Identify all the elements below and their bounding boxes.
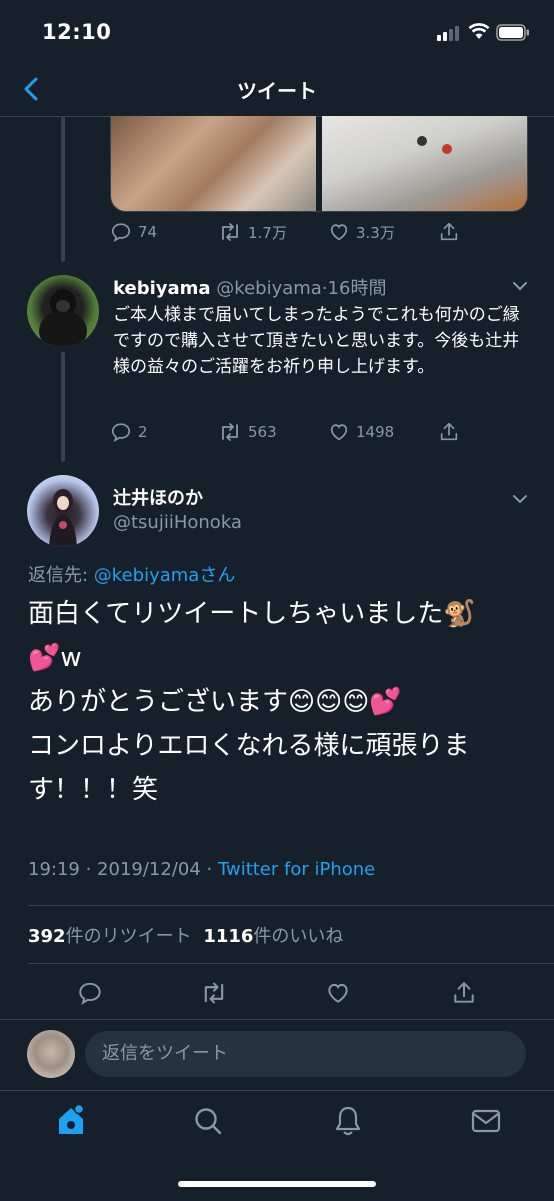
- reply-input[interactable]: 返信をツイート: [85, 1031, 526, 1077]
- my-avatar[interactable]: [27, 1030, 75, 1078]
- retweet-icon: [222, 423, 238, 441]
- likes-stat[interactable]: 1116件のいいね: [203, 926, 343, 947]
- stove-knob: [417, 136, 427, 146]
- retweet-count: 1.7万: [248, 223, 287, 242]
- reply-icon: [111, 423, 131, 443]
- divider: [28, 963, 554, 964]
- chevron-down-icon[interactable]: [510, 489, 530, 509]
- share-icon[interactable]: [451, 980, 477, 1006]
- messages-icon[interactable]: [471, 1108, 501, 1134]
- retweet-action[interactable]: 1.7万: [218, 221, 287, 243]
- heart-icon: [330, 224, 348, 241]
- like-count: 1498: [356, 423, 395, 441]
- reply-author-handle[interactable]: @kebiyama: [216, 278, 322, 299]
- like-action[interactable]: 3.3万: [328, 221, 395, 243]
- status-time: 12:10: [42, 20, 112, 44]
- share-action[interactable]: [438, 421, 466, 443]
- reply-to-line: 返信先: @kebiyamaさん: [28, 561, 235, 587]
- media-image[interactable]: [322, 116, 527, 211]
- main-author-name[interactable]: 辻井ほのか: [113, 484, 203, 510]
- home-indicator: [178, 1181, 376, 1187]
- retweet-total: 392: [28, 926, 66, 947]
- stove-knob: [442, 144, 452, 154]
- reply-count: 2: [138, 423, 148, 441]
- reply-count: 74: [138, 223, 158, 241]
- like-total-label: 件のいいね: [253, 926, 344, 947]
- profile-photo-image: [49, 489, 77, 547]
- retweet-icon: [222, 223, 238, 241]
- main-tweet-line: 面白くてリツイートしちゃいました🐒: [28, 599, 476, 629]
- reply-time: 16時間: [327, 278, 387, 299]
- reply-action[interactable]: 2: [110, 421, 148, 443]
- chevron-down-icon[interactable]: [510, 276, 530, 296]
- tsujii-avatar[interactable]: [27, 475, 99, 547]
- retweet-count: 563: [248, 423, 277, 441]
- media-image[interactable]: [111, 116, 316, 211]
- main-tweet-line: ありがとうございます😊😊😊💕: [28, 687, 402, 717]
- retweets-stat[interactable]: 392件のリツイート: [28, 926, 192, 947]
- kebiyama-avatar[interactable]: [27, 275, 99, 347]
- main-tweet-line: コンロよりエロくなれる様に頑張りま: [28, 731, 470, 761]
- main-tweet-text: 面白くてリツイートしちゃいました🐒 💕w ありがとうございます😊😊😊💕 コンロよ…: [28, 592, 528, 812]
- reply-tweet-text: ご本人様まで届いてしまったようでこれも何かのご縁ですので購入させて頂きたいと思い…: [113, 305, 520, 377]
- heart-icon[interactable]: [325, 980, 351, 1006]
- reply-icon[interactable]: [77, 980, 103, 1006]
- tweet-media-grid[interactable]: [110, 116, 528, 212]
- parent-tweet-actions: 74 1.7万 3.3万: [110, 221, 530, 249]
- gorilla-avatar-image: [39, 289, 87, 347]
- reply-to-prefix: 返信先:: [28, 565, 94, 586]
- reply-tweet-actions: 2 563 1498: [110, 421, 530, 449]
- main-author-handle[interactable]: @tsujiiHonoka: [113, 512, 242, 533]
- main-tweet-line: す！！！笑: [28, 775, 159, 805]
- engagement-stats: 392件のリツイート 1116件のいいね: [28, 922, 343, 948]
- thread-line: [61, 352, 65, 462]
- retweet-total-label: 件のリツイート: [65, 926, 192, 947]
- home-icon[interactable]: [55, 1103, 87, 1137]
- share-action[interactable]: [438, 221, 466, 243]
- tweet-timestamp: 19:19 · 2019/12/04 · Twitter for iPhone: [28, 859, 375, 880]
- divider: [28, 905, 554, 906]
- share-icon: [440, 422, 458, 441]
- main-tweet-actions: [0, 978, 554, 1008]
- wifi-icon: [468, 23, 490, 39]
- timestamp-text: 19:19 · 2019/12/04 ·: [28, 859, 218, 880]
- heart-icon: [330, 424, 348, 441]
- reply-tweet-header: kebiyama @kebiyama·16時間: [113, 274, 386, 300]
- reply-action[interactable]: 74: [110, 221, 157, 243]
- share-icon: [440, 222, 458, 241]
- like-action[interactable]: 1498: [328, 421, 394, 443]
- retweet-icon[interactable]: [200, 980, 228, 1006]
- page-title: ツイート: [237, 79, 317, 103]
- like-total: 1116: [203, 926, 254, 947]
- retweet-action[interactable]: 563: [218, 421, 277, 443]
- battery-icon: [496, 24, 529, 41]
- search-icon[interactable]: [193, 1106, 223, 1136]
- source-link[interactable]: Twitter for iPhone: [218, 859, 375, 880]
- reply-to-handle-link[interactable]: @kebiyamaさん: [94, 565, 236, 586]
- like-count: 3.3万: [356, 223, 395, 242]
- reply-author-name[interactable]: kebiyama: [113, 278, 211, 299]
- cellular-signal-icon: [437, 25, 462, 41]
- reply-icon: [111, 223, 131, 243]
- main-tweet-line: 💕w: [28, 643, 82, 673]
- thread-line: [61, 116, 65, 262]
- notifications-icon[interactable]: [333, 1105, 363, 1137]
